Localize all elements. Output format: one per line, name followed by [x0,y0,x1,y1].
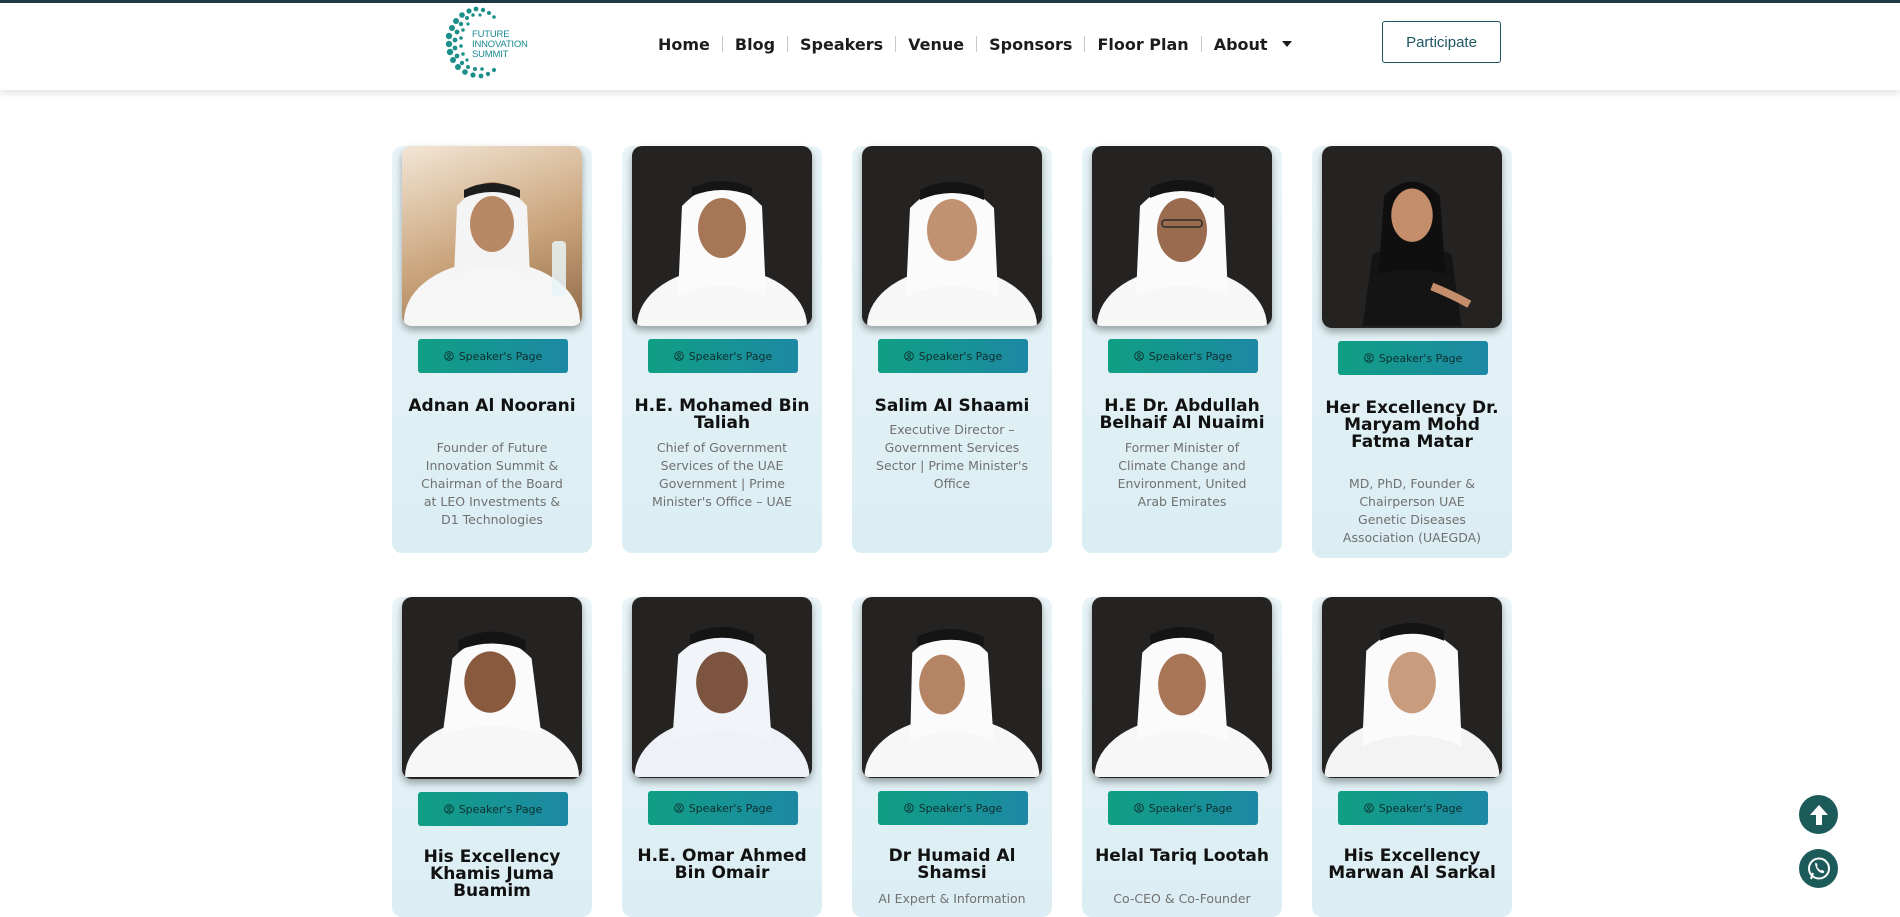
speaker-page-button[interactable]: Speaker's Page [648,791,798,825]
speaker-page-label: Speaker's Page [918,801,1003,815]
user-circle-icon [903,803,914,813]
speaker-name: Dr Humaid Al Shamsi [888,846,1016,883]
nav-speakers[interactable]: Speakers [788,35,895,54]
chevron-down-icon [1281,41,1292,47]
speaker-role: Former Minister of Climate Change and En… [1117,440,1247,509]
speaker-page-label: Speaker's Page [918,349,1003,363]
user-circle-icon [673,351,684,361]
future-innovation-summit-logo[interactable]: FUTURE INNOVATION SUMMIT [436,3,528,83]
site-header: FUTURE INNOVATION SUMMIT Home Blog Speak… [0,3,1900,90]
speaker-photo[interactable] [862,146,1042,326]
speaker-name: H.E. Mohamed Bin Taliah [634,396,810,433]
speaker-photo[interactable] [862,597,1042,778]
speaker-card: Speaker's Page H.E. Omar Ahmed Bin Omair [622,597,822,917]
speaker-page-button[interactable]: Speaker's Page [648,339,798,373]
user-circle-icon [1133,803,1144,813]
speaker-name: Her Excellency Dr. Maryam Mohd Fatma Mat… [1325,398,1499,452]
speaker-name: His Excellency Marwan Al Sarkal [1328,846,1496,883]
speaker-page-button[interactable]: Speaker's Page [878,791,1028,825]
speaker-card: Speaker's Page H.E Dr. Abdullah Belhaif … [1082,146,1282,553]
speaker-page-button[interactable]: Speaker's Page [418,339,568,373]
user-circle-icon [673,803,684,813]
speaker-page-label: Speaker's Page [688,349,773,363]
speaker-photo[interactable] [1092,597,1272,778]
nav-floor-plan[interactable]: Floor Plan [1085,35,1200,54]
speaker-name: His Excellency Khamis Juma Buamim [423,847,561,901]
scroll-to-top-button[interactable] [1799,795,1838,834]
participate-button[interactable]: Participate [1382,21,1501,63]
speaker-photo[interactable] [1092,146,1272,326]
speaker-name: H.E. Omar Ahmed Bin Omair [637,846,807,883]
speaker-card: Speaker's Page Helal Tariq Lootah Co-CEO… [1082,597,1282,917]
speaker-role: AI Expert & Information [878,891,1026,906]
speaker-name: Salim Al Shaami [874,396,1030,416]
user-circle-icon [443,804,454,814]
speaker-name: Helal Tariq Lootah [1095,846,1269,866]
speaker-card: Speaker's Page Her Excellency Dr. Maryam… [1312,146,1512,558]
speaker-photo[interactable] [632,146,812,326]
user-circle-icon [443,351,454,361]
speaker-card: Speaker's Page Salim Al Shaami Executive… [852,146,1052,553]
speaker-card: Speaker's Page Adnan Al Noorani Founder … [392,146,592,553]
speaker-page-button[interactable]: Speaker's Page [1108,791,1258,825]
nav-sponsors[interactable]: Sponsors [977,35,1084,54]
speaker-page-button[interactable]: Speaker's Page [1338,791,1488,825]
speaker-page-label: Speaker's Page [1148,349,1233,363]
nav-blog[interactable]: Blog [723,35,787,54]
speaker-page-button[interactable]: Speaker's Page [1338,341,1488,375]
main-nav: Home Blog Speakers Venue Sponsors Floor … [646,29,1304,59]
speaker-page-button[interactable]: Speaker's Page [1108,339,1258,373]
speaker-card: Speaker's Page Dr Humaid Al Shamsi AI Ex… [852,597,1052,917]
whatsapp-icon [1807,857,1830,879]
speaker-page-label: Speaker's Page [1148,801,1233,815]
speaker-role: MD, PhD, Founder & Chairperson UAE Genet… [1342,476,1482,545]
speaker-page-label: Speaker's Page [688,801,773,815]
user-circle-icon [1363,353,1374,363]
speaker-name: Adnan Al Noorani [408,396,576,416]
speaker-photo[interactable] [1322,597,1502,778]
nav-about[interactable]: About [1202,35,1304,54]
speaker-page-label: Speaker's Page [1378,351,1463,365]
speaker-card: Speaker's Page H.E. Mohamed Bin Taliah C… [622,146,822,553]
speaker-page-label: Speaker's Page [458,802,543,816]
nav-about-label: About [1213,34,1268,54]
speaker-card: Speaker's Page His Excellency Marwan Al … [1312,597,1512,917]
speaker-name: H.E Dr. Abdullah Belhaif Al Nuaimi [1099,396,1265,433]
speaker-page-label: Speaker's Page [458,349,543,363]
user-circle-icon [1133,351,1144,361]
speaker-photo[interactable] [402,597,582,779]
speaker-page-button[interactable]: Speaker's Page [878,339,1028,373]
arrow-up-icon [1809,804,1828,825]
nav-venue[interactable]: Venue [896,35,976,54]
speaker-role: Executive Director – Government Services… [876,422,1028,491]
whatsapp-button[interactable] [1799,849,1838,888]
nav-home[interactable]: Home [646,35,722,54]
speaker-role: Founder of Future Innovation Summit & Ch… [421,440,563,527]
speaker-card: Speaker's Page His Excellency Khamis Jum… [392,597,592,917]
speaker-page-label: Speaker's Page [1378,801,1463,815]
speaker-page-button[interactable]: Speaker's Page [418,792,568,826]
logo-wordmark: FUTURE INNOVATION SUMMIT [472,29,528,60]
user-circle-icon [903,351,914,361]
speaker-photo[interactable] [632,597,812,778]
speaker-role: Chief of Government Services of the UAE … [651,440,793,509]
speaker-role: Co-CEO & Co-Founder [1113,891,1251,906]
user-circle-icon [1363,803,1374,813]
speaker-photo[interactable] [1322,146,1502,328]
speaker-photo[interactable] [402,146,582,326]
